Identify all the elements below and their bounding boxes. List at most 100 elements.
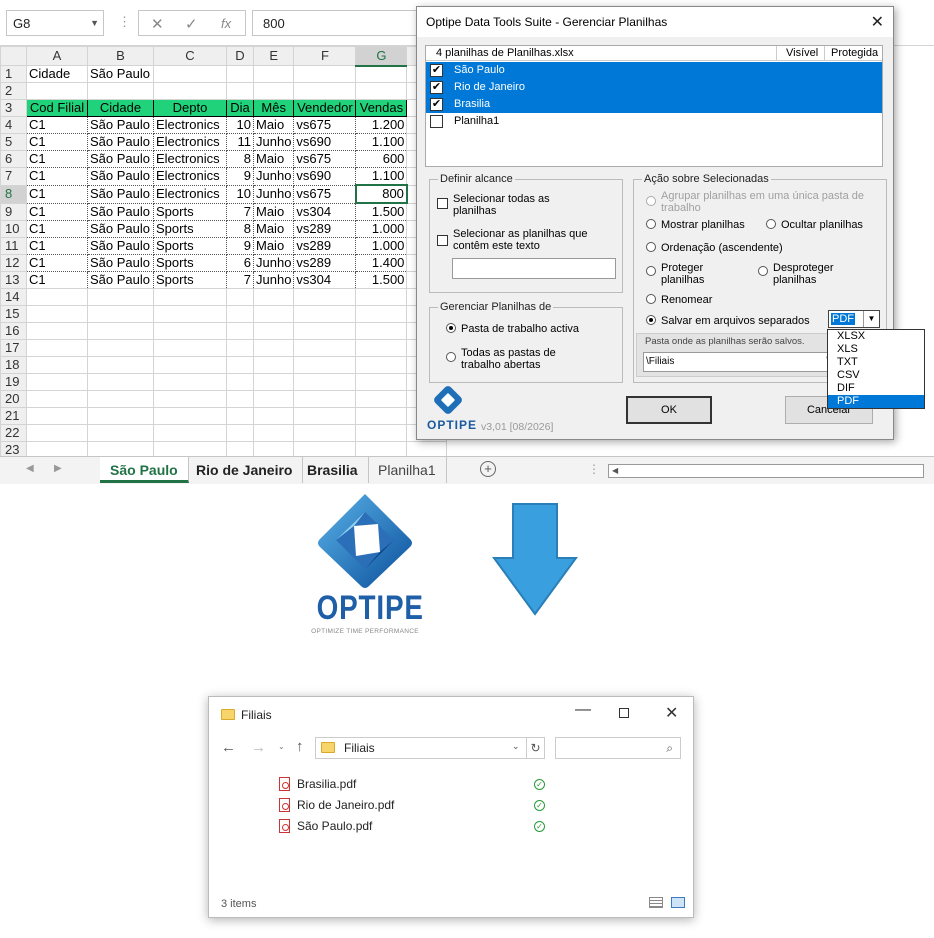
cell[interactable]: vs675 (293, 116, 357, 134)
cell[interactable]: Vendas (355, 99, 408, 117)
chevron-down-icon[interactable]: ⌄ (512, 741, 520, 752)
cell[interactable] (87, 82, 154, 100)
cell[interactable]: Cidade (87, 99, 154, 117)
cell[interactable]: Maio (252, 202, 295, 221)
checkbox-unchecked[interactable] (430, 115, 443, 128)
cell[interactable]: Cod Filial (26, 99, 88, 117)
column-header[interactable]: E (252, 46, 295, 66)
cell[interactable]: C1 (26, 237, 88, 255)
checkbox-checked[interactable]: ✔ (430, 64, 443, 77)
cell[interactable]: 7 (226, 202, 254, 221)
cell[interactable]: C1 (26, 150, 88, 168)
cell[interactable] (226, 322, 254, 340)
cell[interactable] (293, 288, 357, 306)
checkbox-checked[interactable]: ✔ (430, 98, 443, 111)
row-header[interactable]: 2 (0, 82, 27, 100)
cell[interactable] (293, 82, 357, 100)
cell[interactable]: 9 (226, 167, 254, 186)
up-icon[interactable]: ↑ (296, 738, 304, 755)
cell[interactable] (226, 373, 254, 391)
row-header[interactable]: 21 (0, 407, 27, 425)
minimize-icon[interactable]: — (575, 701, 591, 719)
cell[interactable]: 1.400 (355, 254, 408, 272)
cell[interactable]: Electronics (153, 150, 227, 168)
cell[interactable] (252, 305, 295, 323)
cell[interactable] (252, 356, 295, 374)
cell[interactable] (26, 356, 88, 374)
tab-rio-de-janeiro[interactable]: Rio de Janeiro (186, 457, 304, 483)
prev-sheet-icon[interactable]: ◀ (26, 463, 34, 474)
cell[interactable] (226, 82, 254, 100)
cell[interactable]: 11 (226, 133, 254, 151)
cell[interactable] (87, 356, 154, 374)
cell[interactable] (87, 288, 154, 306)
cell[interactable] (252, 407, 295, 425)
cell[interactable]: 1.200 (355, 116, 408, 134)
cell[interactable] (26, 424, 88, 442)
cell[interactable]: São Paulo (87, 254, 154, 272)
cell[interactable] (355, 424, 408, 442)
cell[interactable] (153, 305, 227, 323)
cell[interactable]: Junho (252, 133, 295, 151)
forward-icon[interactable]: → (251, 739, 266, 756)
cell[interactable] (226, 407, 254, 425)
cell[interactable] (26, 322, 88, 340)
cell[interactable]: Maio (252, 237, 295, 255)
cell[interactable]: C1 (26, 116, 88, 134)
large-icons-view-icon[interactable] (671, 897, 685, 908)
format-option[interactable]: XLS (828, 343, 924, 356)
cell[interactable] (153, 373, 227, 391)
column-header[interactable]: D (226, 46, 254, 66)
cell[interactable] (87, 322, 154, 340)
next-sheet-icon[interactable]: ▶ (54, 463, 62, 474)
cell[interactable]: 1.500 (355, 202, 408, 221)
chevron-down-icon[interactable]: ▼ (863, 311, 879, 327)
cell[interactable]: Electronics (153, 167, 227, 186)
cell[interactable]: 6 (226, 254, 254, 272)
tab-splitter-icon[interactable]: ⋮ (588, 462, 600, 476)
details-view-icon[interactable] (649, 897, 663, 908)
address-bar[interactable]: Filiais ⌄ (315, 737, 527, 759)
close-icon[interactable]: ✕ (871, 12, 884, 32)
cell[interactable]: C1 (26, 271, 88, 289)
cell[interactable]: Junho (252, 254, 295, 272)
checkbox-checked[interactable]: ✔ (430, 81, 443, 94)
hide-radio[interactable] (766, 219, 776, 229)
row-header[interactable]: 10 (0, 220, 27, 238)
cell[interactable] (293, 339, 357, 357)
cell[interactable] (26, 305, 88, 323)
select-all-corner[interactable] (0, 46, 27, 66)
cell[interactable]: vs690 (293, 167, 357, 186)
cell[interactable] (252, 390, 295, 408)
cell[interactable] (252, 339, 295, 357)
row-header[interactable]: 14 (0, 288, 27, 306)
cell[interactable]: vs304 (293, 271, 357, 289)
search-input[interactable]: ⌕ (555, 737, 681, 759)
row-header[interactable]: 16 (0, 322, 27, 340)
function-icon[interactable]: fx (221, 16, 231, 31)
row-header[interactable]: 3 (0, 99, 27, 117)
list-item[interactable]: ✔ Brasilia (426, 96, 882, 113)
cell[interactable]: 1.100 (355, 133, 408, 151)
column-protected[interactable]: Protegida (824, 46, 882, 61)
cell[interactable]: São Paulo (87, 202, 154, 221)
row-header[interactable]: 9 (0, 202, 27, 221)
maximize-icon[interactable] (619, 708, 629, 718)
cell[interactable]: 10 (226, 116, 254, 134)
rename-radio[interactable] (646, 294, 656, 304)
chevron-down-icon[interactable]: ▼ (90, 18, 99, 28)
cell[interactable]: São Paulo (87, 220, 154, 238)
row-header[interactable]: 13 (0, 271, 27, 289)
cell[interactable]: 10 (226, 184, 254, 204)
cell[interactable] (87, 305, 154, 323)
cell[interactable]: São Paulo (87, 65, 154, 83)
cell[interactable]: Junho (252, 167, 295, 186)
cell[interactable] (252, 82, 295, 100)
cell[interactable]: Junho (252, 184, 295, 204)
list-item[interactable]: Brasilia.pdf ✓ (279, 775, 559, 795)
cell[interactable] (26, 373, 88, 391)
back-icon[interactable]: ← (221, 739, 236, 756)
column-header[interactable]: G (355, 46, 408, 67)
add-sheet-icon[interactable]: + (480, 461, 496, 477)
cell[interactable] (153, 356, 227, 374)
